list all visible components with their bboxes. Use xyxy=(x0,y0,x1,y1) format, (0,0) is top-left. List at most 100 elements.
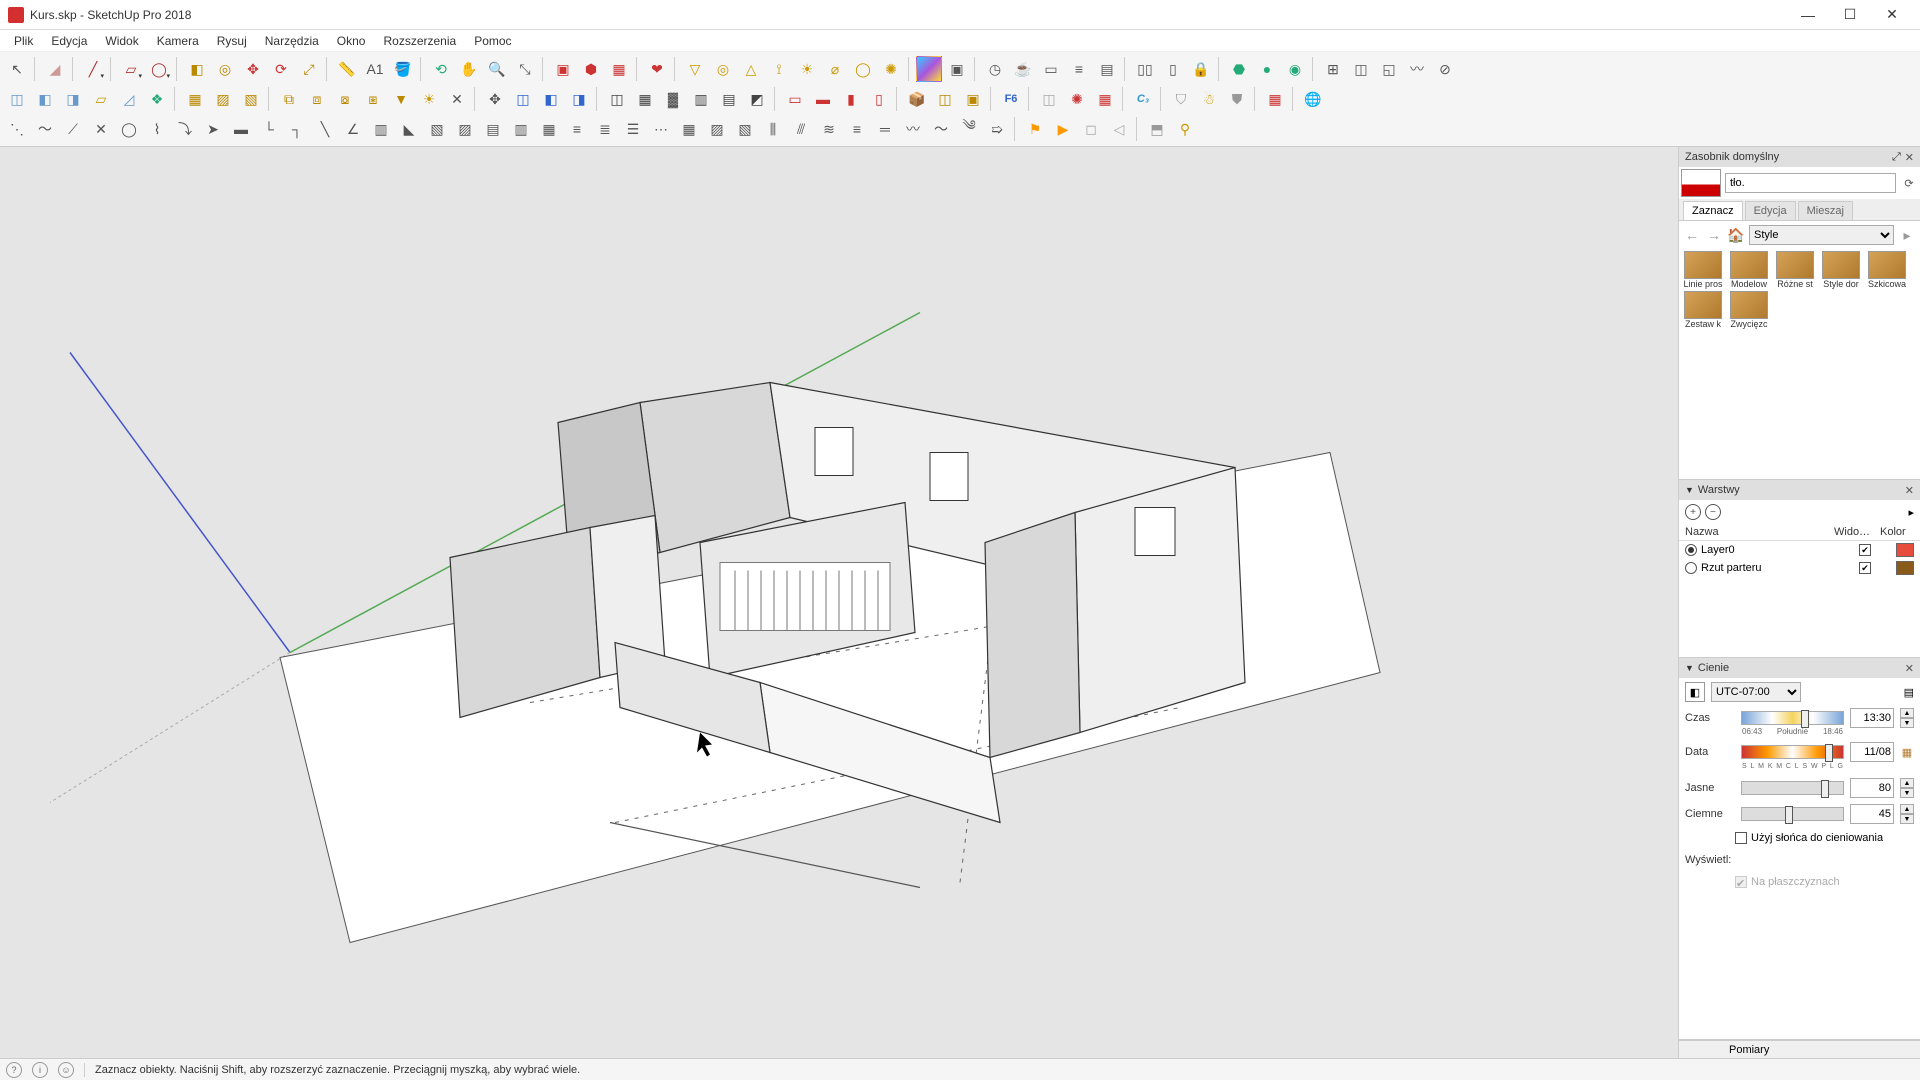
x-tool[interactable]: ✕ xyxy=(88,116,114,142)
info-icon[interactable]: i xyxy=(32,1062,48,1078)
lock-tool[interactable]: 🔒 xyxy=(1188,56,1214,82)
sun-tool[interactable]: ☀ xyxy=(794,56,820,82)
move2-tool[interactable]: ✥ xyxy=(482,86,508,112)
light-slider[interactable] xyxy=(1741,781,1844,795)
spin-down[interactable]: ▼ xyxy=(1900,718,1914,728)
sun-grid-tool[interactable]: ✺ xyxy=(1064,86,1090,112)
hatch5-tool[interactable]: ▦ xyxy=(536,116,562,142)
layers5-tool[interactable]: ▦ xyxy=(676,116,702,142)
circle-tool[interactable]: ◯▾ xyxy=(146,56,172,82)
close-button[interactable]: ✕ xyxy=(1872,3,1912,27)
shield2-tool[interactable]: ⛊ xyxy=(1224,86,1250,112)
select-all-tool[interactable]: ▣ xyxy=(944,56,970,82)
rotate-tool[interactable]: ⟳ xyxy=(268,56,294,82)
grid-tool[interactable]: ▦ xyxy=(1092,86,1118,112)
dark2-tool[interactable]: ▦ xyxy=(632,86,658,112)
pkg-tool[interactable]: 📦 xyxy=(904,86,930,112)
bluebox2-tool[interactable]: ◧ xyxy=(538,86,564,112)
fredo-tool[interactable]: ❤ xyxy=(644,56,670,82)
stop-tool[interactable]: ◻ xyxy=(1078,116,1104,142)
close-tray-icon[interactable]: ✕ xyxy=(1905,151,1914,164)
zoom-tool[interactable]: 🔍 xyxy=(484,56,510,82)
tree1-tool[interactable]: ⬣ xyxy=(1226,56,1252,82)
cube3-tool[interactable]: ◨ xyxy=(60,86,86,112)
add-layer-button[interactable]: + xyxy=(1685,504,1701,520)
arc-tool[interactable]: ⟋ xyxy=(60,116,86,142)
wrench-tool[interactable]: ✕ xyxy=(444,86,470,112)
dark3-tool[interactable]: ▓ xyxy=(660,86,686,112)
panels-tool[interactable]: ▤ xyxy=(1094,56,1120,82)
spin-down[interactable]: ▼ xyxy=(1900,788,1914,798)
curl-tool[interactable]: ⤵ xyxy=(172,116,198,142)
globe-tool[interactable]: ☀ xyxy=(416,86,442,112)
curve-tool[interactable]: 〜 xyxy=(32,116,58,142)
pick-tool[interactable]: ◿ xyxy=(116,86,142,112)
collapse-icon[interactable]: ▼ xyxy=(1685,485,1694,495)
text-tool[interactable]: A1 xyxy=(362,56,388,82)
menu-edycja[interactable]: Edycja xyxy=(43,32,95,50)
slope-tool[interactable]: ◣ xyxy=(396,116,422,142)
style-swatch[interactable] xyxy=(1684,291,1722,319)
coffee-tool[interactable]: ☕ xyxy=(1010,56,1036,82)
layers1-tool[interactable]: ≡ xyxy=(564,116,590,142)
shadows-header[interactable]: ▼ Cienie ✕ xyxy=(1679,658,1920,678)
arrow-tool[interactable]: ➤ xyxy=(200,116,226,142)
tray-header[interactable]: Zasobnik domyślny ⤢ ✕ xyxy=(1679,147,1920,167)
layer-radio[interactable] xyxy=(1685,562,1697,574)
calendar-icon[interactable]: ▦ xyxy=(1900,745,1914,759)
red4-tool[interactable]: ▯ xyxy=(866,86,892,112)
home-icon[interactable]: 🏠 xyxy=(1727,226,1745,244)
refresh-icon[interactable]: ⟳ xyxy=(1900,174,1918,192)
menu-narzedzia[interactable]: Narzędzia xyxy=(257,32,327,50)
pin-icon[interactable]: ⤢ xyxy=(1892,151,1901,164)
tab-mieszaj[interactable]: Mieszaj xyxy=(1798,201,1853,220)
date-slider[interactable]: SLMKMCLSWPLG xyxy=(1741,745,1844,759)
house-tool[interactable]: ⬒ xyxy=(1144,116,1170,142)
circle2-tool[interactable]: ◯ xyxy=(116,116,142,142)
shape2-tool[interactable]: ▨ xyxy=(210,86,236,112)
dark5-tool[interactable]: ▤ xyxy=(716,86,742,112)
red1-tool[interactable]: ▭ xyxy=(782,86,808,112)
help-icon[interactable]: ? xyxy=(6,1062,22,1078)
detail-arrow-icon[interactable]: ▸ xyxy=(1898,226,1916,244)
style-folder-select[interactable]: Style xyxy=(1749,225,1894,245)
color-sample-tool[interactable] xyxy=(916,56,942,82)
style-swatch[interactable] xyxy=(1730,251,1768,279)
orbit-tool[interactable]: ⟲ xyxy=(428,56,454,82)
no-tool[interactable]: ⊘ xyxy=(1432,56,1458,82)
move-tool[interactable]: ✥ xyxy=(240,56,266,82)
sun2-tool[interactable]: ✺ xyxy=(878,56,904,82)
color-swatch[interactable] xyxy=(1896,543,1914,557)
c3-tool[interactable]: C₃ xyxy=(1130,86,1156,112)
layers4-tool[interactable]: ⋯ xyxy=(648,116,674,142)
fence1-tool[interactable]: ⫼ xyxy=(760,116,786,142)
stamp-tool[interactable]: ▼ xyxy=(388,86,414,112)
red3-tool[interactable]: ▮ xyxy=(838,86,864,112)
break2-tool[interactable]: ⧈ xyxy=(304,86,330,112)
clock-tool[interactable]: ◷ xyxy=(982,56,1008,82)
spin-up[interactable]: ▲ xyxy=(1900,708,1914,718)
shape1-tool[interactable]: ▦ xyxy=(182,86,208,112)
angle-tool[interactable]: ∠ xyxy=(340,116,366,142)
menu-rozszerzenia[interactable]: Rozszerzenia xyxy=(375,32,464,50)
plane-tool[interactable]: ▱ xyxy=(88,86,114,112)
ring2-tool[interactable]: ◯ xyxy=(850,56,876,82)
scale-tool[interactable]: ⤢ xyxy=(296,56,322,82)
thick-tool[interactable]: ▬ xyxy=(228,116,254,142)
fwd-arrow-icon[interactable]: → xyxy=(1705,226,1723,244)
tab-zaznacz[interactable]: Zaznacz xyxy=(1683,201,1743,220)
funnel-tool[interactable]: ▽ xyxy=(682,56,708,82)
break4-tool[interactable]: ⧆ xyxy=(360,86,386,112)
lines2-tool[interactable]: ≡ xyxy=(844,116,870,142)
person-tool[interactable]: ☃ xyxy=(1196,86,1222,112)
dark1-tool[interactable]: ◫ xyxy=(604,86,630,112)
date-input[interactable] xyxy=(1850,742,1894,762)
minimize-button[interactable]: — xyxy=(1788,3,1828,27)
line-tool[interactable]: ╱▾ xyxy=(80,56,106,82)
col-color[interactable]: Kolor xyxy=(1880,526,1914,538)
dark4-tool[interactable]: ▥ xyxy=(688,86,714,112)
dark6-tool[interactable]: ◩ xyxy=(744,86,770,112)
corner2-tool[interactable]: ┐ xyxy=(284,116,310,142)
style-swatch[interactable] xyxy=(1822,251,1860,279)
spin-down[interactable]: ▼ xyxy=(1900,814,1914,824)
